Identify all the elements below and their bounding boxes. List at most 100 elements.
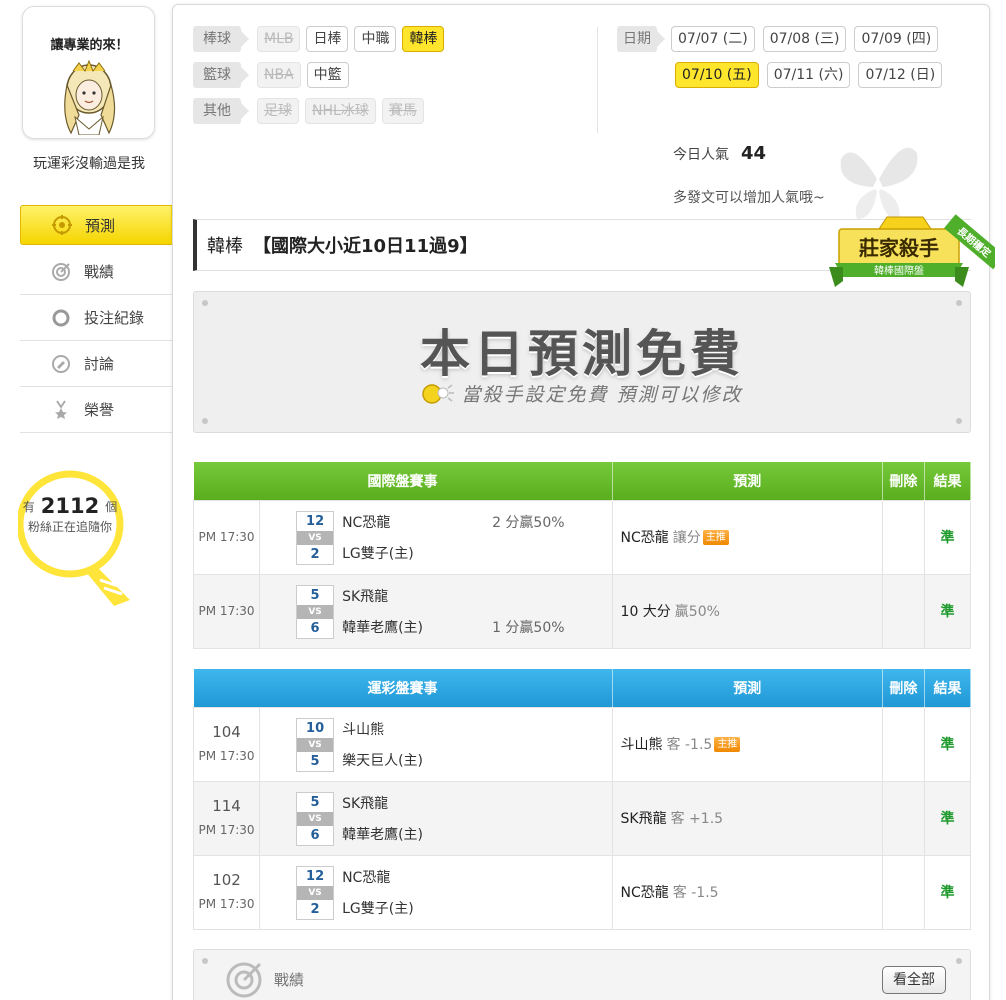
sidebar: 讓專業的來！ 玩運彩沒輸過是我 預測 戰績 投注紀錄 討論 榮譽 有 2112 … <box>0 0 187 1000</box>
prediction-detail: 贏50% <box>674 604 720 620</box>
match-cell: 12 VS 2 NC恐龍 LG雙子(主) <box>259 854 613 930</box>
fans-unit: 個 <box>105 500 118 514</box>
delete-cell[interactable] <box>881 499 925 575</box>
popularity: 今日人氣 44 <box>673 143 766 164</box>
score-team1: 12 <box>306 514 325 529</box>
result-cell: 準 <box>923 573 972 649</box>
filter-npb-button[interactable]: 日棒 <box>306 26 349 52</box>
target-icon <box>51 214 73 236</box>
column-header-result: 結果 <box>924 462 972 500</box>
see-all-button[interactable]: 看全部 <box>882 966 946 994</box>
filter-cpbl-button[interactable]: 中職 <box>354 26 397 52</box>
record-section: 戰績 看全部 <box>193 949 971 1000</box>
prediction-cell: SK飛龍客 +1.5 <box>611 780 883 856</box>
filter-mlb-button[interactable]: MLB <box>257 26 301 52</box>
date-button[interactable]: 07/08 (三) <box>762 26 847 52</box>
team2-name: LG雙子(主) <box>342 546 414 562</box>
game-number: 102 <box>212 871 241 889</box>
rivet-icon <box>202 300 208 306</box>
date-button[interactable]: 07/11 (六) <box>766 62 851 88</box>
sidebar-item-predict[interactable]: 預測 <box>20 205 187 245</box>
date-button[interactable]: 07/09 (四) <box>854 26 939 52</box>
filter-kbo-button[interactable]: 韓棒 <box>402 26 445 52</box>
sidebar-item-label: 預測 <box>85 216 116 235</box>
free-banner-title: 本日預測免費 <box>420 325 744 383</box>
table-row: 104 PM 17:30 10 VS 5 斗山熊 樂天巨人(主) 斗山熊客 -1.… <box>192 706 972 782</box>
vs-label: VS <box>297 531 334 545</box>
medal-icon <box>50 399 72 421</box>
result-cell: 準 <box>923 499 972 575</box>
lightbulb-icon <box>18 470 130 606</box>
badge-main-text: 莊家殺手 <box>859 236 939 260</box>
team1-name: SK飛龍 <box>342 796 389 812</box>
record-icon <box>50 261 72 283</box>
column-header-prediction: 預測 <box>612 462 883 500</box>
filter-divider <box>597 27 598 133</box>
sidebar-item-label: 戰績 <box>84 263 115 281</box>
rivet-icon <box>956 418 962 424</box>
sport-filters: 棒球 MLB 日棒 中職 韓棒 籃球 NBA 中籃 其他 足球 NHL冰球 賽馬 <box>193 25 593 133</box>
prediction-cell: NC恐龍 讓分 主推 <box>611 499 883 575</box>
avatar-figure-icon <box>64 59 116 135</box>
game-time: PM 17:30 <box>198 749 255 763</box>
filter-row-baseball: 棒球 MLB 日棒 中職 韓棒 <box>193 25 593 53</box>
badge-sub-text: 韓棒國際盤 <box>874 264 924 277</box>
scorebox: 12 VS 2 <box>296 511 335 565</box>
prediction-detail: 客 +1.5 <box>670 811 724 827</box>
team1-name: SK飛龍 <box>342 589 389 605</box>
score-team1: 5 <box>310 795 320 810</box>
prediction-detail: 客 -1.5 <box>666 737 713 753</box>
prediction-pick: NC恐龍 <box>620 885 669 901</box>
game-number: 104 <box>212 723 241 741</box>
date-row-1: 日期 07/07 (二) 07/08 (三) 07/09 (四) <box>617 25 977 53</box>
date-button-selected[interactable]: 07/10 (五) <box>675 62 759 88</box>
match-cell: 5 VS 6 SK飛龍 韓華老鷹(主) <box>259 780 613 856</box>
table-row: PM 17:30 5 VS 6 SK飛龍 韓華老鷹(主) 1 分贏50% 10 … <box>192 573 972 649</box>
filter-soccer-button[interactable]: 足球 <box>257 98 299 124</box>
main-pick-tag: 主推 <box>714 737 741 752</box>
sidebar-item-bet-history[interactable]: 投注紀錄 <box>20 295 172 341</box>
date-button[interactable]: 07/07 (二) <box>671 26 755 52</box>
intl-games-table: 國際盤賽事 預測 刪除 結果 PM 17:30 12 VS 2 NC恐龍 LG雙… <box>192 462 972 649</box>
team2-name: 韓華老鷹(主) <box>342 620 424 636</box>
prediction-pick: 10 大分 <box>620 604 671 620</box>
sidebar-item-record[interactable]: 戰績 <box>20 249 172 295</box>
scorebox: 5 VS 6 <box>296 792 335 846</box>
sidebar-item-label: 投注紀錄 <box>84 309 145 327</box>
filter-nhl-button[interactable]: NHL冰球 <box>305 98 376 124</box>
game-time-cell: 104 PM 17:30 <box>192 706 261 782</box>
filter-tag-baseball: 棒球 <box>193 26 249 52</box>
date-row-2: 07/10 (五) 07/11 (六) 07/12 (日) <box>617 61 977 89</box>
game-time-cell: PM 17:30 <box>192 499 261 575</box>
filter-horse-racing-button[interactable]: 賽馬 <box>381 98 424 124</box>
game-time: PM 17:30 <box>198 604 255 618</box>
score-team1: 10 <box>306 721 325 736</box>
team1-name: 斗山熊 <box>342 722 385 738</box>
filter-nba-button[interactable]: NBA <box>257 62 301 88</box>
score-team2: 5 <box>310 754 320 769</box>
score-team2: 2 <box>310 902 320 917</box>
user-slogan: 玩運彩沒輸過是我 <box>33 156 145 172</box>
delete-cell[interactable] <box>881 573 925 649</box>
popularity-label: 今日人氣 <box>673 147 729 163</box>
avatar[interactable]: 讓專業的來！ <box>22 6 155 139</box>
date-button[interactable]: 07/12 (日) <box>858 62 943 88</box>
delete-cell[interactable] <box>881 854 925 930</box>
bookmaker-killer-badge: 莊家殺手 韓棒國際盤 長期穩定 <box>829 214 995 287</box>
table-header-row: 運彩盤賽事 預測 刪除 結果 <box>193 669 972 707</box>
popularity-value: 44 <box>741 143 767 164</box>
vs-label: VS <box>297 738 334 752</box>
score-team2: 6 <box>310 828 320 843</box>
sidebar-item-honor[interactable]: 榮譽 <box>20 387 172 433</box>
delete-cell[interactable] <box>881 780 925 856</box>
game-time-cell: PM 17:30 <box>192 573 261 649</box>
game-time-cell: 102 PM 17:30 <box>192 854 261 930</box>
filter-sbl-button[interactable]: 中籃 <box>306 62 349 88</box>
delete-cell[interactable] <box>881 706 925 782</box>
record-section-title: 戰績 <box>274 971 305 989</box>
column-header-prediction: 預測 <box>612 669 883 707</box>
prediction-cell: 斗山熊客 -1.5 主推 <box>611 706 883 782</box>
column-header-result: 結果 <box>924 669 972 707</box>
sidebar-item-discussion[interactable]: 討論 <box>20 341 172 387</box>
lightbulb-small-icon <box>422 384 455 404</box>
